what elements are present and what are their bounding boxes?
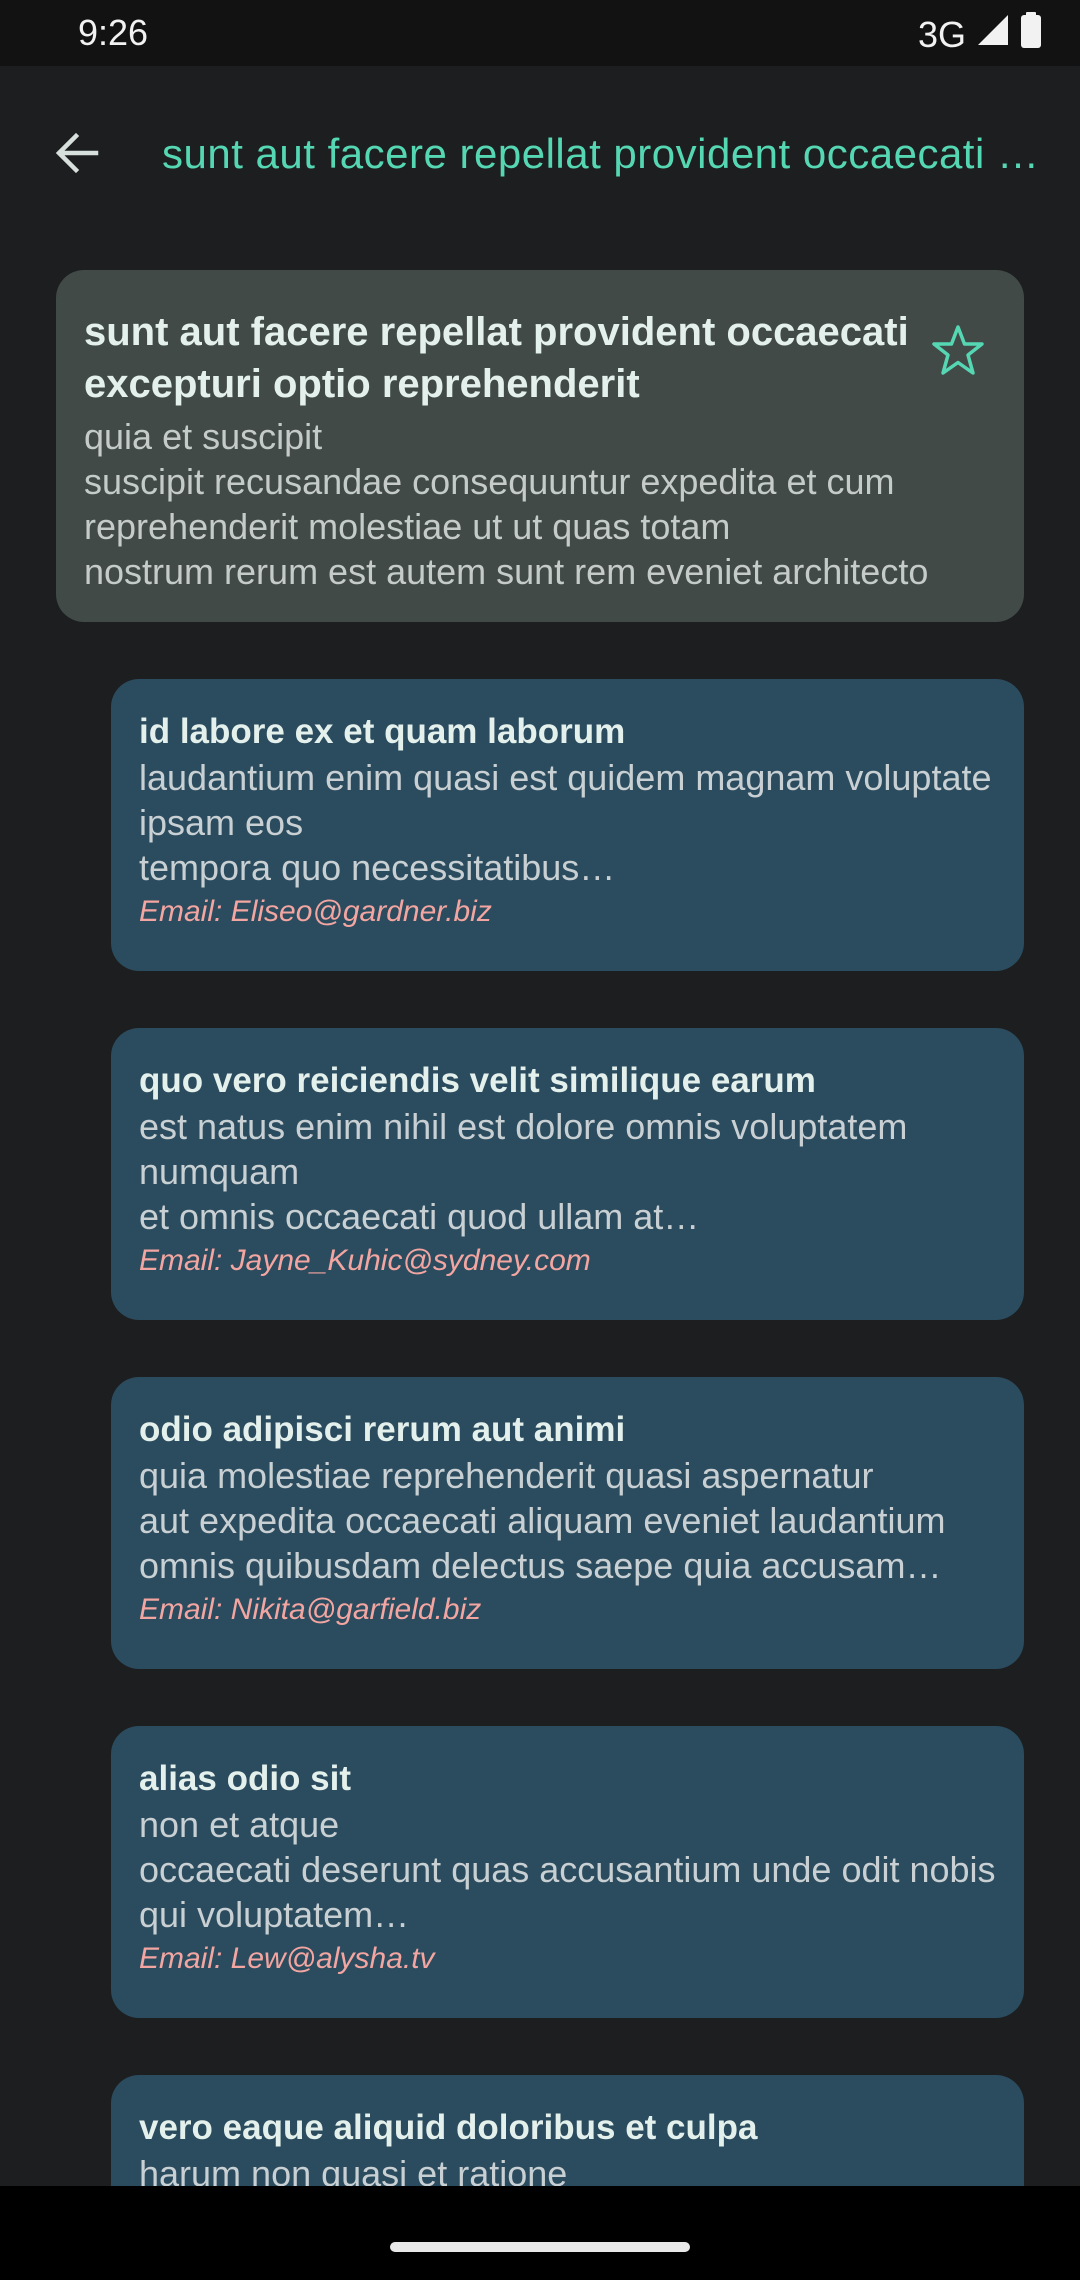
status-icons: 3G — [918, 12, 1042, 57]
comment-email: Email: Jayne_Kuhic@sydney.com — [139, 1244, 591, 1277]
back-button[interactable] — [42, 120, 112, 190]
comment-name: alias odio sit — [139, 1759, 351, 1798]
comment-name: vero eaque aliquid doloribus et culpa — [139, 2108, 758, 2147]
comment-card[interactable]: alias odio sit non et atque occaecati de… — [111, 1726, 1024, 2018]
comment-card[interactable]: quo vero reiciendis velit similique earu… — [111, 1028, 1024, 1320]
comment-body: non et atque occaecati deserunt quas acc… — [139, 1804, 996, 1935]
comment-name: id labore ex et quam laborum — [139, 712, 626, 751]
post-title: sunt aut facere repellat provident occae… — [84, 310, 909, 406]
signal-icon — [976, 13, 1010, 56]
status-time: 9:26 — [78, 12, 149, 53]
post-body: quia et suscipit suscipit recusandae con… — [84, 416, 929, 592]
comments-scroll-list[interactable]: sunt aut facere repellat provident occae… — [0, 246, 1080, 2186]
comment-email: Email: Lew@alysha.tv — [139, 1942, 435, 1975]
comment-body: quia molestiae reprehenderit quasi asper… — [139, 1455, 946, 1586]
star-outline-icon — [928, 325, 988, 386]
arrow-left-icon — [52, 128, 102, 183]
app-bar: sunt aut facere repellat provident occae… — [0, 66, 1080, 246]
comment-card[interactable]: id labore ex et quam laborum laudantium … — [111, 679, 1024, 971]
navigation-bar — [0, 2186, 1080, 2280]
home-gesture-handle[interactable] — [390, 2242, 690, 2252]
comment-body: harum non quasi et ratione — [139, 2153, 568, 2186]
network-type: 3G — [917, 13, 966, 55]
comment-card[interactable]: odio adipisci rerum aut animi quia moles… — [111, 1377, 1024, 1669]
comment-body: laudantium enim quasi est quidem magnam … — [139, 757, 992, 888]
battery-icon — [1020, 12, 1042, 57]
status-bar: 9:26 3G — [0, 0, 1080, 66]
comment-name: quo vero reiciendis velit similique earu… — [139, 1061, 816, 1100]
favorite-button[interactable] — [928, 322, 988, 382]
post-card: sunt aut facere repellat provident occae… — [56, 270, 1024, 622]
page-title: sunt aut facere repellat provident occae… — [162, 130, 1052, 177]
comment-email: Email: Eliseo@gardner.biz — [139, 895, 492, 928]
comment-card[interactable]: vero eaque aliquid doloribus et culpa ha… — [111, 2075, 1024, 2186]
comment-name: odio adipisci rerum aut animi — [139, 1410, 626, 1449]
comment-email: Email: Nikita@garfield.biz — [139, 1593, 482, 1626]
comment-body: est natus enim nihil est dolore omnis vo… — [139, 1106, 908, 1237]
